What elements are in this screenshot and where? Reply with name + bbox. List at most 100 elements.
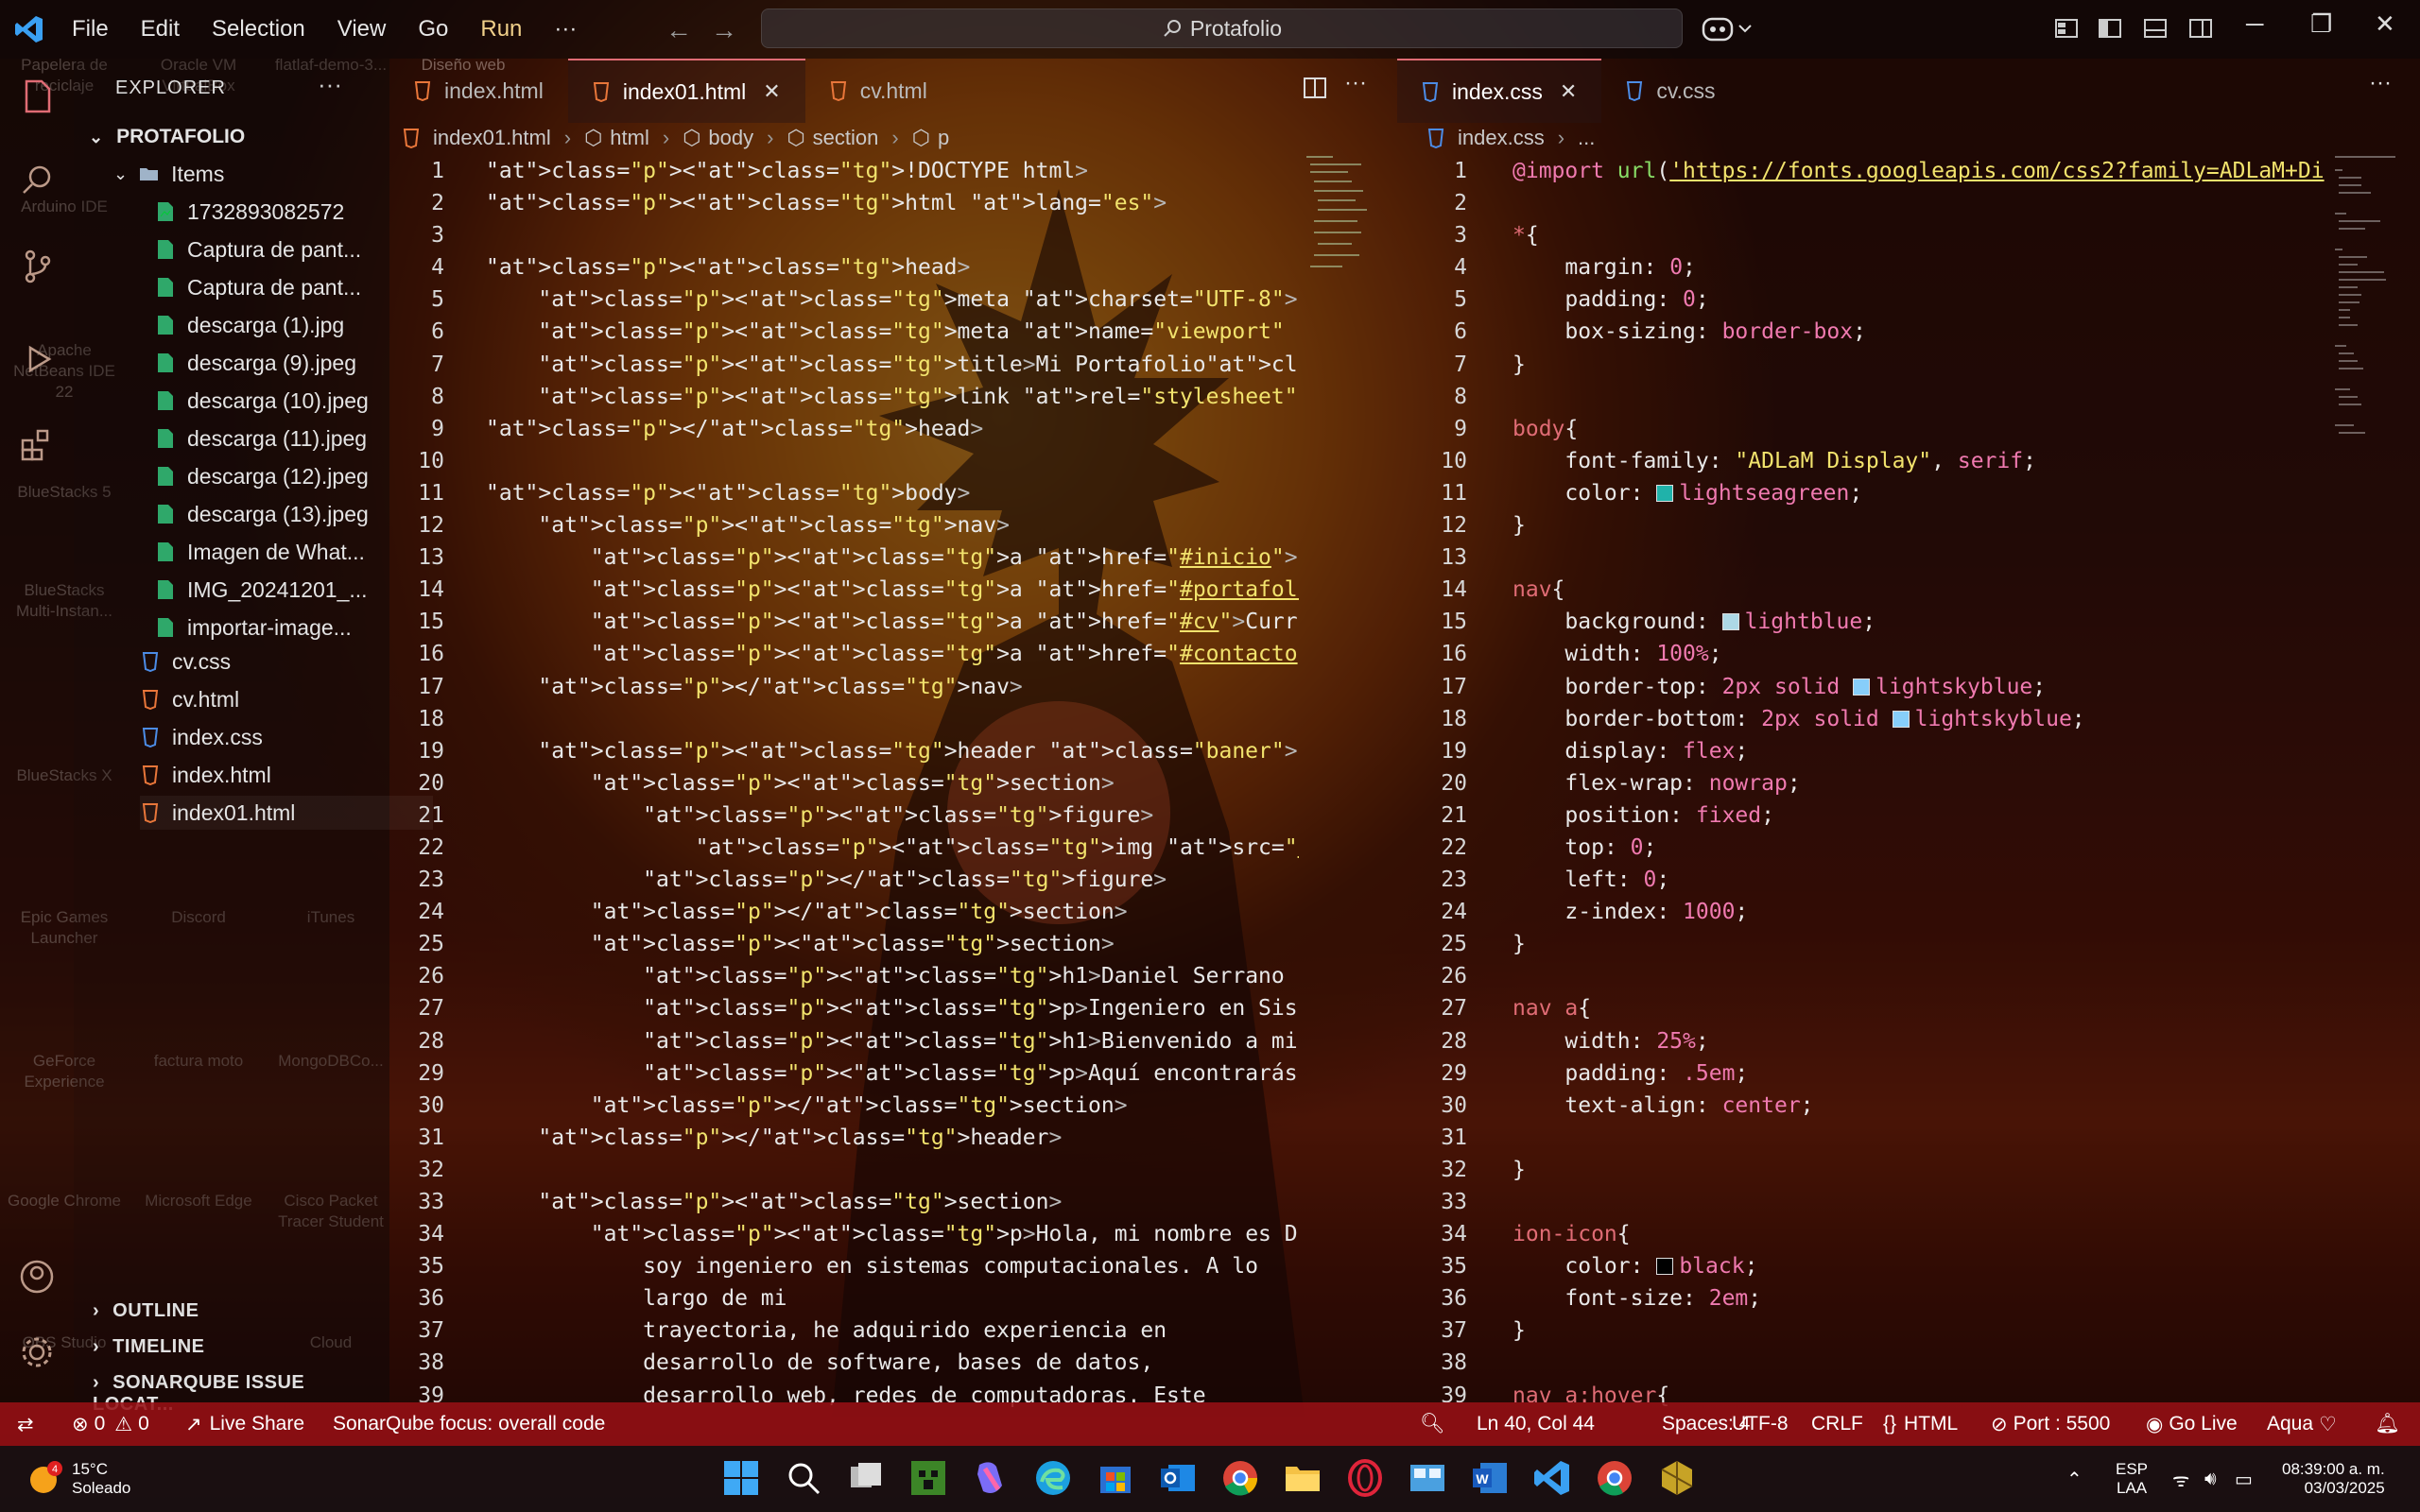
netbeans-icon[interactable] [1656,1457,1698,1499]
breadcrumb-item[interactable]: index.css [1458,126,1545,150]
account-icon[interactable] [19,1259,55,1295]
command-center-search[interactable]: Protafolio [761,9,1683,48]
code-line[interactable]: padding: 0; [1512,284,2325,316]
menu-selection[interactable]: Selection [212,16,305,43]
code-line[interactable]: flex-wrap: nowrap; [1512,767,2325,799]
chrome-profile-icon[interactable] [1594,1457,1635,1499]
code-line[interactable]: "at">class="p"><"at">class="tg">body> [486,477,1299,509]
split-editor-icon[interactable] [1303,76,1327,100]
code-line[interactable]: } [1512,509,2325,541]
code-line[interactable]: "at">class="p"><"at">class="tg">p>Hola, … [486,1218,1299,1250]
microsoft-store-icon[interactable] [1095,1457,1136,1499]
file-item[interactable]: Imagen de What... [155,535,365,569]
file-item[interactable]: descarga (9).jpeg [155,346,356,380]
menu-run[interactable]: Run [480,16,522,43]
remote-indicator-icon[interactable]: ⇄ [17,1402,34,1446]
code-line[interactable]: ion-icon{ [1512,1218,2325,1250]
code-line[interactable]: box-sizing: border-box; [1512,316,2325,348]
code-line[interactable] [1512,187,2325,219]
tray-overflow-icon[interactable]: ⌃ [2066,1446,2083,1512]
port-indicator[interactable]: ⊘ Port : 5500 [1991,1402,2110,1446]
chrome-icon[interactable] [1219,1457,1261,1499]
code-line[interactable]: width: 25%; [1512,1025,2325,1057]
run-debug-icon[interactable] [21,342,55,376]
code-line[interactable]: font-family: "ADLaM Display", serif; [1512,445,2325,477]
explorer-more-button[interactable]: ··· [318,70,342,99]
editor-more-icon[interactable]: ··· [2369,70,2392,96]
code-editor-css[interactable]: @import url('https://fonts.googleapis.co… [1512,155,2325,1412]
code-line[interactable]: "at">class="p"><"at">class="tg">h1>Danie… [486,960,1299,992]
notifications-bell-icon[interactable]: 🔔︎ [2375,1402,2400,1446]
minimap[interactable] [2333,153,2399,474]
vscode-icon[interactable] [1531,1457,1573,1499]
code-line[interactable]: "at">class="p"><"at">class="tg">meta "at… [486,284,1299,316]
theme-indicator[interactable]: Aqua ♡ [2267,1402,2337,1446]
code-line[interactable] [1512,1347,2325,1379]
code-line[interactable] [486,703,1299,735]
file-item[interactable]: 1732893082572 [155,195,344,229]
code-line[interactable]: *{ [1512,219,2325,251]
code-line[interactable]: "at">class="p"><"at">class="tg">head> [486,251,1299,284]
file-item[interactable]: Captura de pant... [155,270,361,304]
color-swatch[interactable] [1656,1258,1674,1276]
copilot-icon[interactable] [970,1457,1011,1499]
code-line[interactable]: "at">class="p"><"at">class="tg">meta "at… [486,316,1299,348]
menu-file[interactable]: File [72,16,109,43]
code-line[interactable]: "at">class="p"></"at">class="tg">figure> [486,864,1299,896]
explorer-icon[interactable] [19,77,55,115]
code-line[interactable]: z-index: 1000; [1512,896,2325,928]
toggle-secondary-sidebar-icon[interactable] [2187,15,2214,42]
file-item[interactable]: descarga (11).jpeg [155,421,367,455]
code-line[interactable]: "at">class="p"></"at">class="tg">head> [486,413,1299,445]
code-line[interactable]: nav{ [1512,574,2325,606]
forward-arrow-icon[interactable]: → [711,15,737,45]
code-line[interactable]: } [1512,349,2325,381]
language-mode[interactable]: {} HTML [1883,1402,1958,1446]
back-arrow-icon[interactable]: ← [666,15,692,45]
file-explorer-icon[interactable] [1282,1457,1323,1499]
code-line[interactable]: "at">class="p"><"at">class="tg">section> [486,767,1299,799]
problems-indicator[interactable]: ⊗ 0 ⚠ 0 [72,1402,149,1446]
file-item[interactable]: descarga (13).jpeg [155,497,369,531]
file-item[interactable]: descarga (12).jpeg [155,459,369,493]
restore-button[interactable]: ❐ [2310,9,2332,39]
tab-cv-css[interactable]: cv.css [1601,59,1739,123]
code-line[interactable] [1512,1186,2325,1218]
weather-sun-icon[interactable]: 4 [23,1457,64,1499]
minimap[interactable] [1305,153,1371,285]
line-ending[interactable]: CRLF [1811,1402,1863,1446]
code-line[interactable]: desarrollo de software, bases de datos, [486,1347,1299,1379]
code-line[interactable]: "at">class="p"><"at">class="tg">a "at">h… [486,638,1299,670]
code-line[interactable]: "at">class="p"></"at">class="tg">section… [486,896,1299,928]
code-line[interactable]: "at">class="p"><"at">class="tg">section> [486,928,1299,960]
cursor-position[interactable]: Ln 40, Col 44 [1477,1402,1595,1446]
word-icon[interactable]: W [1469,1457,1511,1499]
clock[interactable]: 08:39:00 a. m. 03/03/2025 [2282,1446,2385,1512]
outline-section[interactable]: › OUTLINE [93,1300,199,1322]
code-line[interactable]: body{ [1512,413,2325,445]
file-item[interactable]: IMG_20241201_... [155,573,368,607]
code-line[interactable]: background: lightblue; [1512,606,2325,638]
tab-index-css[interactable]: index.css ✕ [1397,59,1602,123]
workspace-root[interactable]: ⌄ PROTAFOLIO [89,120,245,154]
code-line[interactable] [1512,381,2325,413]
file-item[interactable]: index.html [140,758,271,792]
control-panel-icon[interactable] [1407,1457,1448,1499]
wifi-icon[interactable]: ᯤ [2172,1446,2189,1512]
menu-view[interactable]: View [337,16,387,43]
breadcrumb-item[interactable]: body [708,126,753,150]
code-line[interactable] [486,445,1299,477]
breadcrumb-item[interactable]: p [938,126,949,150]
file-item[interactable]: Captura de pant... [155,232,361,266]
file-item-selected[interactable]: index01.html [140,796,433,830]
code-line[interactable]: color: lightseagreen; [1512,477,2325,509]
code-line[interactable]: "at">class="p"><"at">class="tg">nav> [486,509,1299,541]
menu-go[interactable]: Go [418,16,448,43]
extensions-icon[interactable] [19,427,55,463]
color-swatch[interactable] [1853,678,1871,696]
code-line[interactable]: "at">class="p"><"at">class="tg">link "at… [486,381,1299,413]
close-tab-icon[interactable]: ✕ [1560,79,1577,104]
input-language[interactable]: ESP LAA [2116,1446,2148,1512]
color-swatch[interactable] [1721,613,1739,631]
code-line[interactable]: "at">class="p"><"at">class="tg">title>Mi… [486,349,1299,381]
